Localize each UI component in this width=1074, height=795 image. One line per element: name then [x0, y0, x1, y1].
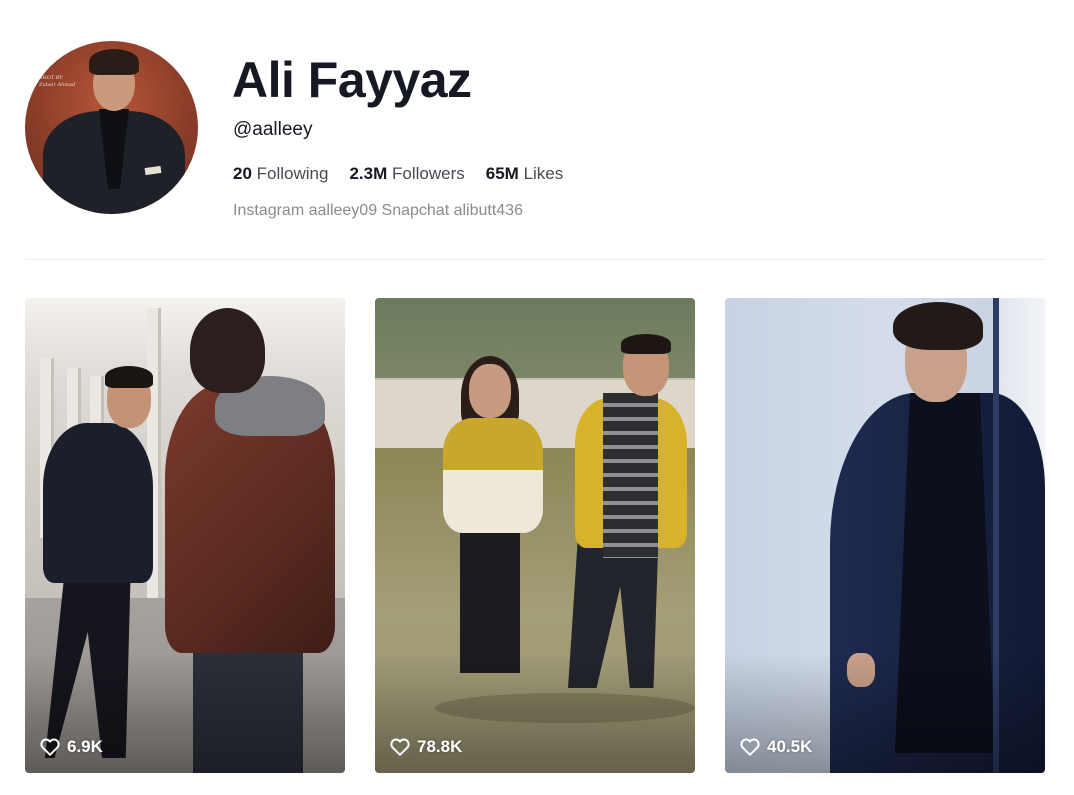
heart-outline-icon: [40, 738, 60, 756]
video-thumbnail-person: [105, 366, 153, 388]
heart-outline-icon: [740, 738, 760, 756]
stat-following-value: 20: [233, 164, 252, 183]
video-likes: 6.9K: [40, 737, 103, 757]
video-likes: 40.5K: [740, 737, 812, 757]
video-likes-count: 78.8K: [417, 737, 463, 756]
video-likes-count: 6.9K: [67, 737, 103, 756]
stat-following[interactable]: 20 Following: [233, 164, 328, 184]
video-thumbnail-person: [443, 418, 543, 533]
avatar-hair: [89, 49, 139, 75]
video-grid: 6.9K 78.8K 40.5K: [25, 298, 1045, 773]
avatar[interactable]: SHOT BY Zubair Ahmad: [25, 41, 198, 214]
profile-header: SHOT BY Zubair Ahmad Ali Fayyaz @aalleey…: [0, 0, 1074, 260]
heart-outline-icon: [390, 738, 410, 756]
profile-handle: @aalleey: [233, 119, 313, 140]
profile-stats: 20 Following 2.3M Followers 65M Likes: [233, 164, 563, 184]
video-thumbnail-person: [621, 334, 671, 354]
header-divider: [25, 259, 1045, 260]
video-card-1[interactable]: 6.9K: [25, 298, 345, 773]
video-card-2[interactable]: 78.8K: [375, 298, 695, 773]
profile-bio: Instagram aalleey09 Snapchat alibutt436: [233, 202, 523, 219]
video-thumbnail-person: [460, 533, 520, 673]
stat-followers-value: 2.3M: [349, 164, 388, 183]
stat-likes-value: 65M: [485, 164, 519, 183]
avatar-watermark: SHOT BY Zubair Ahmad: [39, 75, 76, 88]
video-thumbnail-person: [469, 364, 511, 418]
stat-following-label: Following: [256, 164, 329, 183]
video-thumbnail-person: [603, 393, 658, 558]
stat-followers[interactable]: 2.3M Followers: [349, 164, 464, 184]
video-thumbnail-person: [893, 302, 983, 350]
stat-likes-label: Likes: [523, 164, 564, 183]
video-likes: 78.8K: [390, 737, 462, 757]
stat-followers-label: Followers: [392, 164, 465, 183]
video-thumbnail-ceiling: [25, 298, 345, 378]
stat-likes: 65M Likes: [486, 164, 564, 184]
profile-name: Ali Fayyaz: [232, 52, 472, 108]
video-card-3[interactable]: 40.5K: [725, 298, 1045, 773]
video-likes-count: 40.5K: [767, 737, 813, 756]
video-thumbnail-person: [43, 423, 153, 583]
video-thumbnail-person: [190, 308, 265, 393]
